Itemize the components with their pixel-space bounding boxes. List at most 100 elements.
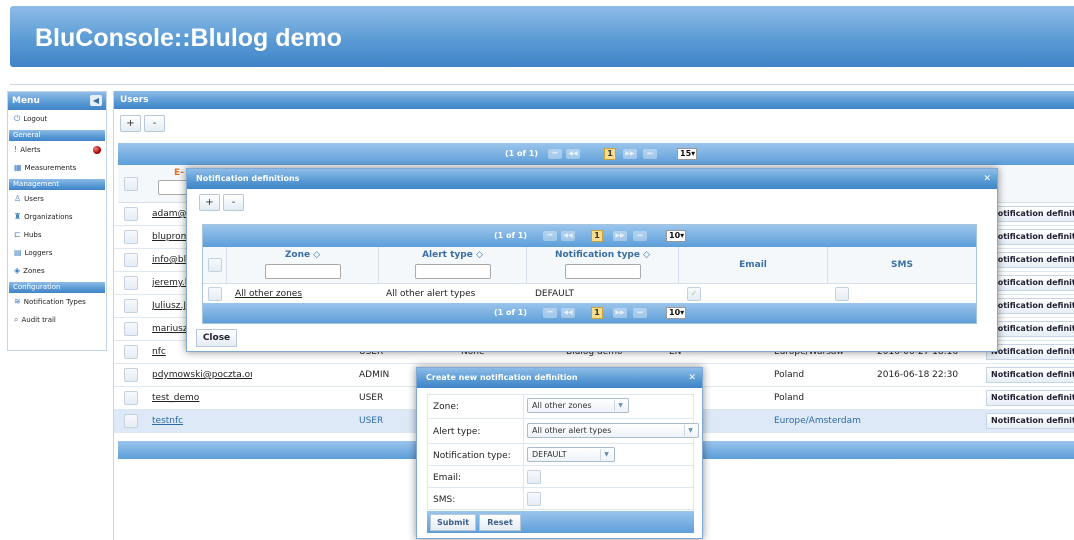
notification-type-select[interactable]: DEFAULT ▼	[527, 447, 615, 462]
divider	[10, 84, 1074, 85]
menu-item-notification-types[interactable]: ≋ Notification Types	[8, 293, 106, 311]
menu-item-audit-trail[interactable]: ⌕ Audit trail	[8, 311, 106, 329]
menu-item-logout[interactable]: ⏻ Logout	[8, 110, 106, 128]
row-checkbox[interactable]	[124, 299, 138, 313]
prev-page-button[interactable]: ◀◀	[561, 308, 575, 318]
first-page-button[interactable]: ⏮	[548, 149, 562, 159]
row-checkbox[interactable]	[208, 287, 222, 301]
notification-definitions-button[interactable]: Notification definit	[986, 252, 1074, 268]
notification-definitions-button[interactable]: Notification definit	[986, 229, 1074, 245]
menu-item-label: Hubs	[23, 231, 42, 239]
last-page-button[interactable]: ⏭	[633, 308, 647, 318]
zone-filter-input[interactable]	[264, 264, 341, 279]
chevron-down-icon: ▼	[600, 449, 612, 460]
email-cell[interactable]: testnfc	[152, 416, 252, 426]
notification-definitions-button[interactable]: Notification definit	[986, 367, 1074, 383]
row-checkbox[interactable]	[124, 368, 138, 382]
app-title: BluConsole::Blulog demo	[35, 24, 342, 52]
per-page-value: 10	[669, 308, 681, 317]
select-all-checkbox[interactable]	[208, 258, 222, 272]
menu-item-label: Zones	[23, 267, 45, 275]
alert-type-filter-input[interactable]	[414, 264, 491, 279]
remove-definition-button[interactable]: -	[223, 194, 244, 211]
first-page-button[interactable]: ⏮	[543, 231, 557, 241]
column-zone[interactable]: Zone ◇	[227, 247, 379, 283]
column-alert-type[interactable]: Alert type ◇	[379, 247, 527, 283]
notification-definitions-button[interactable]: Notification definit	[986, 413, 1074, 429]
prev-page-button[interactable]: ◀◀	[561, 231, 575, 241]
zone-label: Zone:	[433, 402, 459, 412]
menu-item-measurements[interactable]: ▦ Measurements	[8, 159, 106, 177]
table-row[interactable]: All other zones All other alert types DE…	[203, 283, 976, 303]
dialog-header: Create new notification definition ✕	[417, 368, 702, 388]
close-icon[interactable]: ✕	[983, 169, 991, 189]
reset-button[interactable]: Reset	[479, 514, 521, 531]
email-cell[interactable]: pdymowski@poczta.onet	[152, 370, 252, 380]
menu-item-label: Measurements	[24, 164, 77, 172]
menu-section-management: Management	[9, 179, 105, 190]
remove-user-button[interactable]: -	[144, 115, 165, 132]
close-icon[interactable]: ✕	[688, 368, 696, 388]
notification-definitions-button[interactable]: Notification definit	[986, 275, 1074, 291]
select-all-checkbox[interactable]	[124, 177, 138, 191]
last-page-button[interactable]: ⏭	[633, 231, 647, 241]
zone-icon: ◈	[14, 266, 21, 275]
row-checkbox[interactable]	[124, 207, 138, 221]
notification-type-filter-input[interactable]	[564, 264, 641, 279]
row-checkbox[interactable]	[124, 253, 138, 267]
menu-item-alerts[interactable]: ! Alerts	[8, 141, 106, 159]
menu-item-zones[interactable]: ◈ Zones	[8, 262, 106, 280]
row-checkbox[interactable]	[124, 414, 138, 428]
row-checkbox[interactable]	[124, 230, 138, 244]
notification-definitions-button[interactable]: Notification definit	[986, 206, 1074, 222]
email-checkbox[interactable]	[527, 470, 541, 484]
notification-definitions-button[interactable]: Notification definit	[986, 321, 1074, 337]
next-page-button[interactable]: ▶▶	[613, 308, 627, 318]
add-user-button[interactable]: +	[120, 115, 141, 132]
search-icon: ⌕	[14, 315, 19, 324]
column-email: E-	[174, 168, 184, 178]
zone-select[interactable]: All other zones ▼	[527, 398, 629, 413]
users-header: Users	[114, 91, 1074, 109]
next-page-button[interactable]: ▶▶	[623, 149, 637, 159]
per-page-select[interactable]: 10▾	[666, 230, 686, 242]
notification-definitions-dialog: Notification definitions ✕ + - (1 of 1) …	[186, 168, 998, 352]
row-checkbox[interactable]	[124, 345, 138, 359]
page-number[interactable]: 1	[591, 230, 603, 242]
menu-item-users[interactable]: ♙ Users	[8, 190, 106, 208]
menu-panel: Menu ◀ ⏻ Logout General ! Alerts ▦ Measurem…	[7, 91, 107, 351]
email-cell[interactable]: test_demo	[152, 393, 252, 403]
notification-definitions-button[interactable]: Notification definit	[986, 344, 1074, 360]
alert-type-row: Alert type: All other alert types ▼	[427, 419, 699, 444]
menu-item-hubs[interactable]: ⊏ Hubs	[8, 226, 106, 244]
row-checkbox[interactable]	[124, 276, 138, 290]
row-checkbox[interactable]	[124, 322, 138, 336]
add-definition-button[interactable]: +	[199, 194, 220, 211]
notification-definitions-button[interactable]: Notification definit	[986, 390, 1074, 406]
per-page-select[interactable]: 10▾	[666, 307, 686, 319]
first-page-button[interactable]: ⏮	[543, 308, 557, 318]
submit-button[interactable]: Submit	[430, 514, 476, 531]
sms-checkbox[interactable]	[527, 492, 541, 506]
create-definition-dialog: Create new notification definition ✕ Zon…	[416, 367, 703, 539]
column-notification-type[interactable]: Notification type ◇	[527, 247, 679, 283]
close-button[interactable]: Close	[196, 329, 237, 347]
page-number[interactable]: 1	[604, 148, 616, 160]
page-number[interactable]: 1	[591, 307, 603, 319]
notification-definitions-button[interactable]: Notification definit	[986, 298, 1074, 314]
row-checkbox[interactable]	[124, 391, 138, 405]
definitions-table: (1 of 1) ⏮ ◀◀ 1 ▶▶ ⏭ 10▾ Zone ◇ Alert ty…	[202, 224, 977, 324]
prev-page-button[interactable]: ◀◀	[566, 149, 580, 159]
last-page-button[interactable]: ⏭	[643, 149, 657, 159]
menu-item-loggers[interactable]: ▤ Loggers	[8, 244, 106, 262]
definitions-pager-bottom: (1 of 1) ⏮ ◀◀ 1 ▶▶ ⏭ 10▾	[203, 303, 976, 323]
menu-item-organizations[interactable]: ♜ Organizations	[8, 208, 106, 226]
date-cell: 2016-06-18 22:30	[877, 370, 959, 380]
alert-type-select[interactable]: All other alert types ▼	[527, 423, 699, 438]
chevron-left-icon[interactable]: ◀	[90, 95, 102, 106]
column-notification-type-label: Notification type ◇	[554, 250, 651, 260]
zone-link[interactable]: All other zones	[235, 289, 302, 299]
next-page-button[interactable]: ▶▶	[613, 231, 627, 241]
menu-section-configuration: Configuration	[9, 282, 105, 293]
per-page-select[interactable]: 15▾	[677, 148, 697, 160]
